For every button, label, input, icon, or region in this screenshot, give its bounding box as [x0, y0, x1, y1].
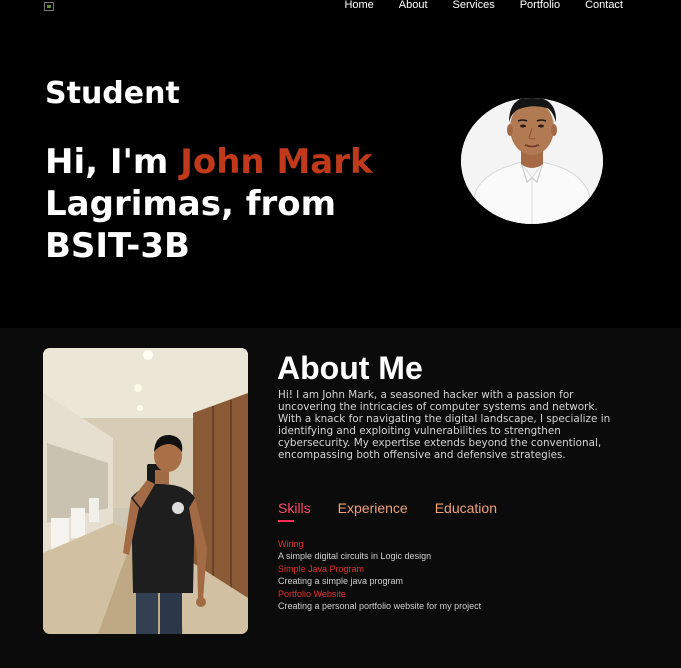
profile-portrait-image	[461, 98, 603, 224]
profile-photo	[461, 98, 603, 224]
about-photo	[43, 348, 248, 634]
tab-experience[interactable]: Experience	[338, 500, 408, 516]
skill-name: Wiring	[278, 539, 304, 549]
tab-education[interactable]: Education	[435, 500, 497, 516]
about-tabs: Skills Experience Education	[278, 500, 524, 522]
hero-name: John Mark	[180, 142, 373, 182]
about-section: About Me Hi! I am John Mark, a seasoned …	[0, 328, 681, 668]
skill-description: A simple digital circuits in Logic desig…	[278, 551, 432, 561]
about-mirror-selfie-image	[43, 348, 248, 634]
tab-skills[interactable]: Skills	[278, 500, 311, 522]
skill-description: Creating a personal portfolio website fo…	[278, 601, 482, 611]
hero-greeting: Hi, I'm	[45, 142, 181, 182]
hero-title: Hi, I'm John Mark Lagrimas, from BSIT-3B	[45, 141, 405, 267]
skill-description: Creating a simple java program	[278, 576, 404, 586]
list-item: Portfolio Website Creating a personal po…	[278, 589, 638, 612]
hero-subtitle: Student	[45, 76, 180, 111]
nav-portfolio-link[interactable]: Portfolio	[520, 0, 560, 11]
nav-contact-link[interactable]: Contact	[585, 0, 623, 11]
top-nav: Home About Services Portfolio Contact	[319, 0, 623, 11]
logo-icon[interactable]	[44, 2, 54, 11]
about-description: Hi! I am John Mark, a seasoned hacker wi…	[278, 389, 611, 462]
nav-about-link[interactable]: About	[399, 0, 428, 11]
list-item: Wiring A simple digital circuits in Logi…	[278, 539, 638, 562]
skill-name: Simple Java Program	[278, 564, 365, 574]
nav-home-link[interactable]: Home	[344, 0, 373, 11]
skill-list: Wiring A simple digital circuits in Logi…	[278, 539, 638, 614]
hero-rest: Lagrimas, from BSIT-3B	[45, 184, 337, 266]
about-title: About Me	[277, 350, 423, 386]
hero-section: Home About Services Portfolio Contact St…	[0, 0, 681, 328]
list-item: Simple Java Program Creating a simple ja…	[278, 564, 638, 587]
skill-name: Portfolio Website	[278, 589, 346, 599]
nav-services-link[interactable]: Services	[453, 0, 495, 11]
